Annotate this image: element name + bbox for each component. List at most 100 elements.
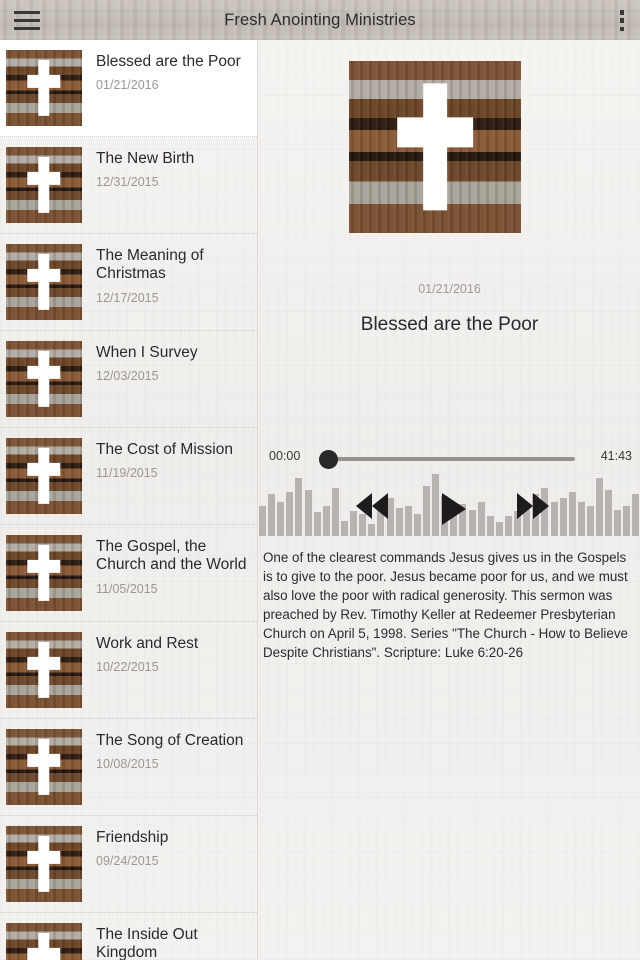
sermon-list[interactable]: Blessed are the Poor 01/21/2016 The New Bi… [0,40,258,960]
waveform-bar [623,506,631,536]
sermon-list-item-title: Blessed are the Poor [96,53,241,70]
sermon-list-item-date: 12/17/2015 [96,290,159,305]
cross-icon [27,641,62,699]
waveform-bar [577,502,585,536]
sermon-list-item-date: 11/19/2015 [96,466,158,481]
waveform-bar [268,494,276,536]
waveform-bar [395,508,403,536]
waveform-bar [495,522,503,536]
sermon-thumbnail [6,729,82,805]
waveform-bar [295,478,303,536]
audio-player[interactable]: 00:00 41:43 [259,445,640,545]
sermon-list-item[interactable]: Blessed are the Poor 01/21/2016 [0,40,257,137]
sermon-list-item[interactable]: Work and Rest 10/22/2015 [0,622,257,719]
sermon-list-item-text: The Inside Out Kingdom [82,923,249,960]
cross-icon [27,156,62,214]
cross-icon [27,253,62,311]
sermon-artwork [349,61,521,233]
sermon-detail-panel: 01/21/2016 Blessed are the Poor 00:00 41… [259,40,640,960]
sermon-list-item-date: 11/05/2015 [96,581,158,596]
sermon-list-item-date: 12/03/2015 [96,369,159,384]
sermon-list-item-date: 10/08/2015 [96,757,159,772]
sermon-list-item-date: 09/24/2015 [96,854,159,869]
sermon-list-item-text: The Meaning of Christmas 12/17/2015 [82,244,249,305]
sermon-list-item[interactable]: The Inside Out Kingdom [0,913,257,960]
waveform-bar [477,502,485,536]
sermon-list-item-text: Friendship 09/24/2015 [82,826,249,868]
app-bar: Fresh Anointing Ministries [0,0,640,40]
page-title: Fresh Anointing Ministries [224,10,416,29]
kebab-dot [619,18,625,23]
kebab-menu-icon[interactable] [618,10,626,31]
sermon-thumbnail [6,923,82,960]
kebab-dot [619,10,625,15]
sermon-list-item-title: The New Birth [96,150,195,167]
waveform-bar [504,516,512,536]
waveform-bar [486,516,494,536]
sermon-list-item-date: 01/21/2016 [96,78,159,93]
sermon-thumbnail [6,826,82,902]
sermon-list-item-title: Work and Rest [96,635,199,652]
waveform-bar [550,502,558,536]
waveform-bar [259,506,266,536]
waveform-bar [313,512,321,536]
total-time-label: 41:43 [600,449,632,463]
sermon-list-item[interactable]: The Song of Creation 10/08/2015 [0,719,257,816]
cross-icon [27,932,62,960]
waveform-bar [432,474,440,536]
sermon-thumbnail [6,438,82,514]
waveform-bar [559,498,567,536]
waveform-bar [322,506,330,536]
waveform-bar [632,494,640,536]
sermon-list-item-title: Friendship [96,829,169,846]
cross-icon [27,447,62,505]
seek-slider-thumb[interactable] [319,450,338,469]
sermon-list-item-text: The Cost of Mission 11/19/2015 [82,438,249,480]
rewind-icon[interactable] [356,493,388,519]
sermon-list-item-text: The Song of Creation 10/08/2015 [82,729,249,771]
sermon-list-item-date: 10/22/2015 [96,660,159,675]
current-time-label: 00:00 [269,449,301,463]
cross-icon [397,83,473,211]
sermon-list-item[interactable]: The Gospel, the Church and the World 11/0… [0,525,257,622]
sermon-description: One of the clearest commands Jesus gives… [263,550,628,661]
play-icon[interactable] [442,493,466,525]
sermon-list-item-title: The Meaning of Christmas [96,247,204,283]
waveform-bar [614,510,622,536]
cross-icon [27,544,62,602]
sermon-list-item[interactable]: The New Birth 12/31/2015 [0,137,257,234]
sermon-list-item-text: Work and Rest 10/22/2015 [82,632,249,674]
waveform-bar [605,490,613,536]
sermon-list-item-text: The Gospel, the Church and the World 11/0… [82,535,249,596]
cross-icon [27,738,62,796]
sermon-list-item[interactable]: The Meaning of Christmas 12/17/2015 [0,234,257,331]
play-triangle [442,493,466,525]
kebab-dot [619,26,625,31]
waveform-bar [586,506,594,536]
seek-slider-track[interactable] [326,457,575,461]
cross-icon [27,835,62,893]
waveform-bar [286,492,294,536]
waveform-bar [596,478,604,536]
waveform-bar [404,506,412,536]
sermon-list-item-title: The Song of Creation [96,732,244,749]
fast-forward-icon[interactable] [517,493,549,519]
sermon-list-item-date: 12/31/2015 [96,175,159,190]
waveform-bar [413,514,421,536]
rewind-triangle [372,493,388,519]
cross-icon [27,350,62,408]
sermon-thumbnail [6,50,82,126]
sermon-date: 01/21/2016 [418,282,481,296]
sermon-list-item-text: When I Survey 12/03/2015 [82,341,249,383]
sermon-thumbnail [6,147,82,223]
sermon-thumbnail [6,244,82,320]
sermon-list-item[interactable]: When I Survey 12/03/2015 [0,331,257,428]
sermon-list-item[interactable]: The Cost of Mission 11/19/2015 [0,428,257,525]
cross-icon [27,59,62,117]
forward-triangle [533,493,549,519]
waveform-bar [368,524,376,536]
sermon-list-item-title: The Cost of Mission [96,441,233,458]
waveform-bar [568,492,576,536]
sermon-list-item[interactable]: Friendship 09/24/2015 [0,816,257,913]
sermon-thumbnail [6,535,82,611]
